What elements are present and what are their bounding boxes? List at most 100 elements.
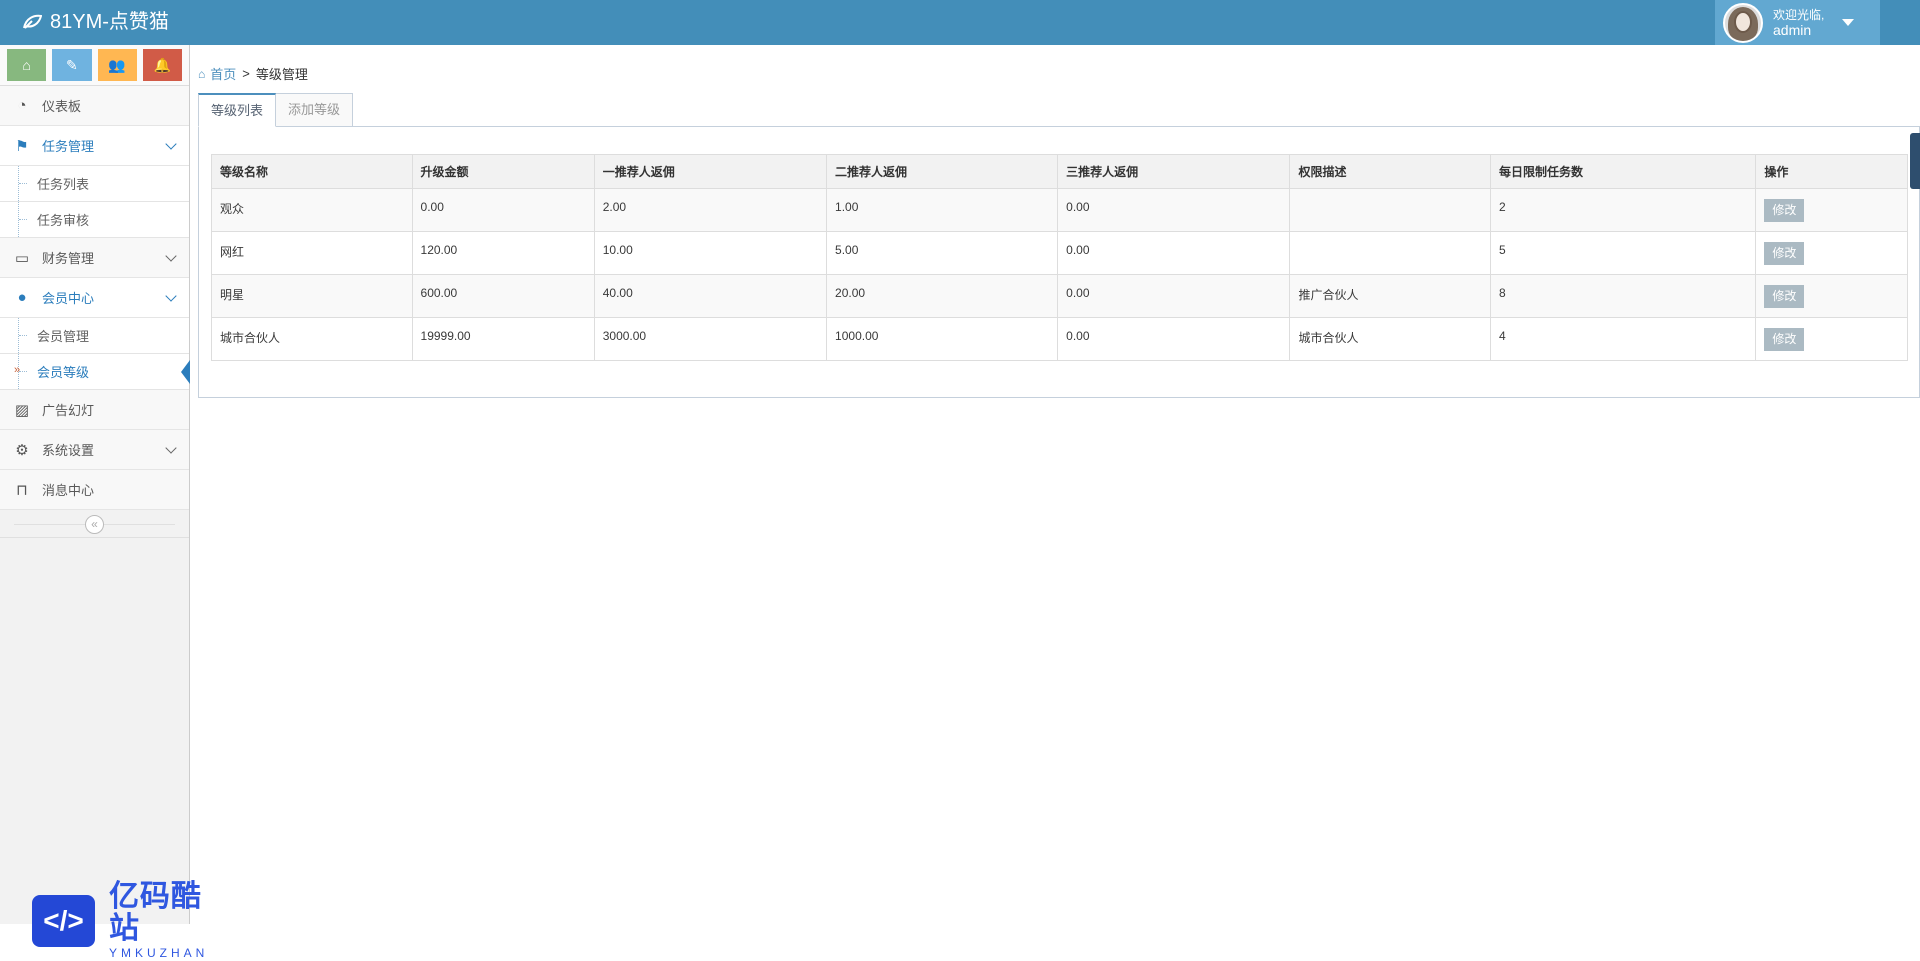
table-cell: 修改 — [1755, 317, 1908, 361]
sidebar-item-label: 财务管理 — [42, 251, 95, 266]
hdd-icon: ▭ — [14, 249, 30, 267]
user-menu[interactable]: 欢迎光临, admin — [1715, 0, 1880, 45]
breadcrumb-home-link[interactable]: ⌂ 首页 — [198, 64, 236, 83]
sidebar-item-label: 仪表板 — [42, 99, 82, 114]
sidebar-item-label: 任务管理 — [42, 139, 95, 154]
leaf-icon — [23, 14, 42, 29]
column-header: 权限描述 — [1289, 154, 1491, 189]
active-indicator — [181, 360, 190, 384]
gear-icon: ⚙ — [15, 441, 29, 459]
tab-add-level[interactable]: 添加等级 — [275, 93, 354, 127]
sidebar-item-label: 会员等级 — [37, 365, 90, 380]
watermark-en: YMKUZHAN — [108, 946, 209, 960]
table-cell: 5.00 — [826, 231, 1059, 275]
table-cell: 19999.00 — [411, 317, 595, 361]
table-cell: 明星 — [211, 274, 413, 318]
column-header: 每日限制任务数 — [1489, 154, 1757, 189]
column-header: 一推荐人返佣 — [593, 154, 828, 189]
table-cell: 600.00 — [411, 274, 595, 318]
sidebar-item-finance[interactable]: ▭ 财务管理 — [0, 238, 189, 278]
avatar — [1723, 2, 1763, 43]
sidebar-subitem-member-level[interactable]: » 会员等级 — [0, 354, 190, 390]
table-cell: 0.00 — [1057, 274, 1291, 318]
bell-shortcut-button[interactable]: 🔔 — [142, 49, 182, 81]
tab-level-list[interactable]: 等级列表 — [198, 93, 277, 127]
breadcrumb: ⌂ 首页 > 等级管理 — [198, 64, 308, 83]
home-shortcut-button[interactable]: ⌂ — [7, 49, 47, 81]
sidebar-item-label: 消息中心 — [42, 483, 95, 498]
table-cell: 10.00 — [593, 231, 828, 275]
table-row: 观众 0.00 2.00 1.00 0.00 2 修改 — [211, 188, 1908, 232]
table-cell: 城市合伙人 — [211, 317, 413, 361]
caret-down-icon[interactable] — [1842, 19, 1855, 26]
table-cell: 3000.00 — [593, 317, 828, 361]
table-cell: 观众 — [211, 188, 413, 232]
bell-icon: 🔔 — [153, 56, 172, 73]
picture-icon: ▨ — [14, 401, 30, 419]
tab-panel: 等级名称 升级金额 一推荐人返佣 二推荐人返佣 三推荐人返佣 权限描述 每日限制… — [198, 126, 1920, 398]
column-header: 等级名称 — [211, 154, 413, 189]
chevron-down-icon — [165, 442, 177, 454]
brand[interactable]: 81YM-点赞猫 — [22, 9, 169, 35]
table-cell: 40.00 — [593, 274, 828, 318]
table-cell: 2 — [1489, 188, 1757, 232]
side-scroll-handle[interactable] — [1910, 133, 1920, 189]
chevron-down-icon — [165, 290, 177, 302]
sidebar-subitem-task-list[interactable]: 任务列表 — [0, 166, 189, 202]
users-shortcut-button[interactable]: 👥 — [97, 49, 137, 81]
flag-icon: ⚑ — [15, 137, 29, 155]
table-cell: 修改 — [1755, 231, 1908, 275]
edit-button[interactable]: 修改 — [1764, 328, 1805, 351]
table-cell: 1.00 — [826, 188, 1059, 232]
level-table: 等级名称 升级金额 一推荐人返佣 二推荐人返佣 三推荐人返佣 权限描述 每日限制… — [211, 154, 1908, 361]
table-cell: 0.00 — [411, 188, 595, 232]
sidebar-item-label: 会员中心 — [42, 291, 95, 306]
sidebar-item-label: 会员管理 — [37, 329, 90, 344]
sidebar-subitem-member-mgmt[interactable]: 会员管理 — [0, 318, 189, 354]
edit-button[interactable]: 修改 — [1764, 242, 1805, 265]
sidebar-item-settings[interactable]: ⚙ 系统设置 — [0, 430, 189, 470]
sidebar-item-ads[interactable]: ▨ 广告幻灯 — [0, 390, 189, 430]
edit-button[interactable]: 修改 — [1764, 199, 1805, 222]
table-cell: 城市合伙人 — [1289, 317, 1491, 361]
pencil-icon: ✎ — [66, 56, 78, 73]
user-name: admin — [1773, 21, 1812, 38]
table-cell: 4 — [1489, 317, 1757, 361]
table-cell — [1289, 188, 1491, 232]
chevron-down-icon — [165, 138, 177, 150]
sidebar-item-label: 任务列表 — [37, 177, 90, 192]
breadcrumb-home-label: 首页 — [210, 67, 237, 82]
sidebar-subitem-task-review[interactable]: 任务审核 — [0, 202, 189, 238]
sidebar-item-label: 系统设置 — [42, 443, 95, 458]
bookmark-icon: ⊓ — [16, 481, 28, 499]
pencil-shortcut-button[interactable]: ✎ — [52, 49, 92, 81]
edit-button[interactable]: 修改 — [1764, 285, 1805, 308]
breadcrumb-current: 等级管理 — [255, 67, 308, 82]
table-cell: 推广合伙人 — [1289, 274, 1491, 318]
table-row: 城市合伙人 19999.00 3000.00 1000.00 0.00 城市合伙… — [211, 317, 1908, 361]
table-cell: 1000.00 — [826, 317, 1059, 361]
sidebar-item-task-mgmt[interactable]: ⚑ 任务管理 — [0, 126, 189, 166]
sidebar-collapse-bar: « — [0, 510, 189, 538]
table-cell: 0.00 — [1057, 231, 1291, 275]
users-icon: 👥 — [108, 56, 126, 73]
collapse-sidebar-icon[interactable]: « — [85, 515, 104, 534]
column-header: 三推荐人返佣 — [1057, 154, 1291, 189]
table-cell: 网红 — [211, 231, 413, 275]
sidebar-item-label: 广告幻灯 — [42, 403, 95, 418]
sidebar: ⌂ ✎ 👥 🔔 ◔ 仪表板 ⚑ 任务管理 任务列表 任务审核 ▭ 财务管理 ● … — [0, 45, 204, 960]
table-cell: 2.00 — [593, 188, 828, 232]
table-row: 网红 120.00 10.00 5.00 0.00 5 修改 — [211, 231, 1908, 275]
table-cell: 120.00 — [411, 231, 595, 275]
sidebar-item-messages[interactable]: ⊓ 消息中心 — [0, 470, 189, 510]
table-row: 明星 600.00 40.00 20.00 0.00 推广合伙人 8 修改 — [211, 274, 1908, 318]
table-cell: 0.00 — [1057, 317, 1291, 361]
home-icon: ⌂ — [22, 57, 31, 73]
sidebar-item-dashboard[interactable]: ◔ 仪表板 — [0, 86, 189, 126]
code-brackets-icon: </> — [32, 895, 95, 947]
welcome-text: 欢迎光临, — [1773, 7, 1825, 22]
column-header: 升级金额 — [411, 154, 595, 189]
sidebar-item-member-center[interactable]: ● 会员中心 — [0, 278, 189, 318]
breadcrumb-separator: > — [242, 66, 250, 81]
tachometer-icon: ◔ — [17, 97, 27, 114]
